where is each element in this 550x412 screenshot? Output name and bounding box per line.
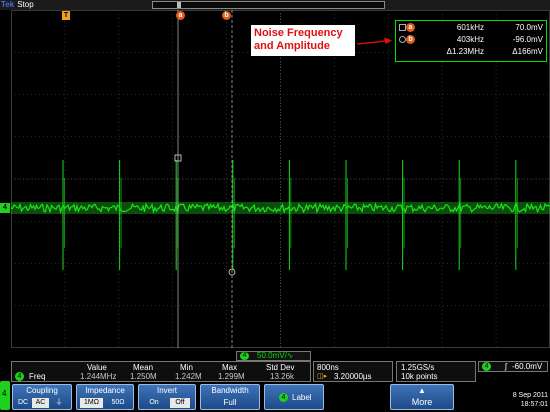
cursor-a-time: 601kHz	[456, 23, 484, 32]
circle-icon	[399, 36, 406, 43]
annotation-line-1: Noise Frequency	[254, 27, 343, 39]
label-button-text: Label	[292, 393, 312, 402]
acquisition-status: Stop	[17, 0, 34, 9]
vertical-scale-value: 50.0mV/∿	[257, 351, 294, 360]
trigger-level: -60.0mV	[512, 362, 543, 371]
more-label: More	[411, 397, 433, 407]
record-length: 10k points	[401, 372, 438, 381]
measurement-table[interactable]: Value Mean Min Max Std Dev 4 Freq 1.244M…	[11, 361, 311, 382]
channel-4-menu-tab[interactable]: 4	[0, 381, 10, 410]
channel-4-tab-label: 4	[2, 389, 7, 398]
cursor-a-badge: a	[406, 23, 415, 32]
channel-4-ground-marker[interactable]: 4	[0, 203, 10, 213]
bandwidth-label: Bandwidth	[211, 386, 249, 395]
measurement-header-min: Min	[180, 363, 193, 372]
cursor-b-amplitude: -96.0mV	[512, 35, 543, 44]
impedance-option-50[interactable]: 50Ω	[107, 398, 129, 408]
measurement-min: 1.242M	[175, 372, 202, 381]
datetime-display: 8 Sep 2011 18:57:01	[490, 391, 548, 410]
delay-icon: ◫▸	[317, 373, 328, 380]
bandwidth-value: Full	[223, 398, 237, 407]
trigger-readout[interactable]: 4 ʃ -60.0mV	[478, 361, 548, 372]
measurement-std-dev: 13.26k	[270, 372, 295, 381]
vertical-scale-channel-badge: 4	[240, 352, 249, 360]
cursor-b-time: 403kHz	[456, 35, 484, 44]
measurement-name: Freq	[29, 372, 46, 381]
invert-button[interactable]: Invert On Off	[138, 384, 196, 410]
impedance-option-1m[interactable]: 1MΩ	[80, 398, 103, 408]
brand-logo: Tek	[1, 0, 15, 9]
coupling-option-dc[interactable]: DC	[16, 398, 30, 408]
annotation-callout: Noise Frequency and Amplitude	[251, 25, 355, 56]
trigger-position-marker[interactable]: T	[62, 11, 70, 20]
label-channel-badge: 4	[279, 393, 288, 402]
measurement-header-mean: Mean	[133, 363, 154, 372]
measurement-header-std-dev: Std Dev	[266, 363, 295, 372]
more-button[interactable]: ▲ More	[390, 384, 454, 410]
time-text: 18:57:01	[520, 401, 548, 408]
sample-rate: 1.25GS/s	[401, 363, 435, 372]
impedance-button[interactable]: Impedance 1MΩ 50Ω	[76, 384, 134, 410]
impedance-label: Impedance	[85, 386, 125, 395]
rising-edge-icon: ʃ	[505, 362, 507, 371]
cursor-b-marker[interactable]: b	[222, 11, 231, 20]
coupling-button[interactable]: Coupling DC AC ⏚	[12, 384, 72, 410]
measurement-header-value: Value	[87, 363, 107, 372]
record-view-window[interactable]	[177, 2, 181, 8]
horizontal-readout[interactable]: 800ns ◫▸ 3.20000µs	[313, 361, 393, 382]
annotation-line-2: and Amplitude	[254, 40, 330, 52]
invert-label: Invert	[156, 386, 177, 395]
cursor-b-badge: b	[406, 35, 415, 44]
record-length-bar	[152, 1, 385, 9]
horizontal-delay: 3.20000µs	[334, 372, 372, 381]
coupling-option-ac[interactable]: AC	[32, 398, 49, 408]
invert-option-off[interactable]: Off	[170, 398, 190, 408]
cursor-delta-time: Δ1.23MHz	[446, 47, 484, 56]
measurement-value: 1.244MHz	[80, 372, 117, 381]
invert-option-on[interactable]: On	[144, 398, 164, 408]
annotation-arrow-icon	[356, 37, 392, 45]
bandwidth-button[interactable]: Bandwidth Full	[200, 384, 260, 410]
measurement-channel-badge: 4	[15, 372, 24, 381]
sampling-readout[interactable]: 1.25GS/s 10k points	[396, 361, 476, 382]
horizontal-scale: 800ns	[317, 363, 339, 372]
cursor-a-marker[interactable]: a	[176, 11, 185, 20]
cursor-delta-amplitude: Δ166mV	[512, 47, 543, 56]
cursor-readout-row-b: b 403kHz -96.0mV	[396, 34, 546, 45]
ground-icon[interactable]: ⏚	[52, 398, 66, 408]
cursor-readout[interactable]: a 601kHz 70.0mV b 403kHz -96.0mV Δ1.23MH…	[395, 20, 547, 62]
checkbox-icon	[399, 24, 406, 31]
measurement-header-max: Max	[222, 363, 238, 372]
status-bar: Tek Stop	[0, 0, 550, 10]
trigger-channel-badge: 4	[482, 362, 491, 371]
chevron-up-icon: ▲	[418, 386, 426, 395]
measurement-max: 1.299M	[218, 372, 245, 381]
measurement-mean: 1.250M	[130, 372, 157, 381]
date-text: 8 Sep 2011	[512, 392, 548, 399]
cursor-readout-row-a: a 601kHz 70.0mV	[396, 22, 546, 33]
cursor-readout-row-delta: Δ1.23MHz Δ166mV	[396, 46, 546, 57]
coupling-label: Coupling	[26, 386, 58, 395]
brand-status: Tek Stop	[1, 0, 34, 10]
label-button[interactable]: 4 Label	[264, 384, 324, 410]
cursor-a-amplitude: 70.0mV	[515, 23, 543, 32]
vertical-scale-readout[interactable]: 4 50.0mV/∿	[236, 351, 311, 361]
